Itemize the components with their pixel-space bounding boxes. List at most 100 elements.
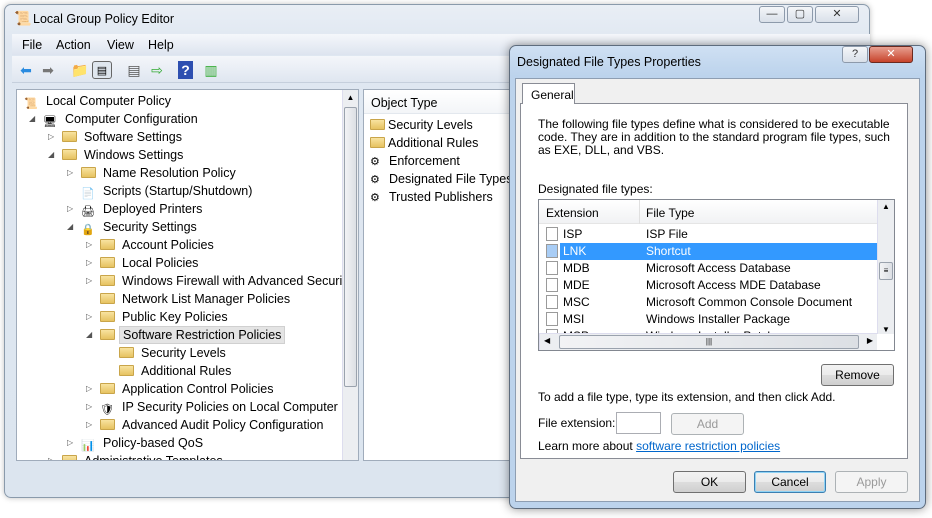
maximize-button[interactable]: ▢ (787, 6, 813, 23)
file-type-icon (546, 261, 558, 275)
column-extension[interactable]: Extension (546, 206, 599, 220)
file-type-row[interactable]: MSC Microsoft Common Console Document (539, 294, 877, 311)
menu-help[interactable]: Help (148, 38, 174, 52)
file-type-name: Shortcut (646, 244, 691, 258)
tree-item-label: Local Policies (122, 256, 199, 270)
file-type-row[interactable]: MDE Microsoft Access MDE Database (539, 277, 877, 294)
collapse-arrow-icon[interactable]: ◢ (67, 218, 73, 236)
tree-item[interactable]: ▷ Local Policies (17, 254, 343, 272)
dialog-close-button[interactable]: ✕ (869, 46, 913, 63)
file-type-row[interactable]: MSI Windows Installer Package (539, 311, 877, 328)
show-hide-tree-icon[interactable]: ▤ (92, 61, 112, 79)
tree-item[interactable]: ▷ Account Policies (17, 236, 343, 254)
export-list-icon[interactable]: ⇨ (147, 61, 167, 79)
listview-hscroll[interactable]: ◀ ||| ▶ (539, 333, 877, 350)
tree-item[interactable]: ▷ Administrative Templates (17, 452, 343, 460)
close-button[interactable]: ✕ (815, 6, 859, 23)
tree-item[interactable]: ▷ Advanced Audit Policy Configuration (17, 416, 343, 434)
list-item-label: Designated File Types (389, 172, 513, 186)
expand-arrow-icon[interactable]: ▷ (86, 380, 92, 398)
tree-item[interactable]: Network List Manager Policies (17, 290, 343, 308)
tree-item[interactable]: ▷ 📊 Policy-based QoS (17, 434, 343, 452)
tree-item-label: Security Settings (103, 220, 197, 234)
tree-item[interactable]: ▷ Software Settings (17, 128, 343, 146)
tree-scrollbar[interactable]: ▲ (342, 90, 358, 460)
file-extension-label: File extension: (538, 416, 616, 430)
tree-item[interactable]: ▷ 🛡 IP Security Policies on Local Computer (17, 398, 343, 416)
apply-button[interactable]: Apply (835, 471, 908, 493)
expand-arrow-icon[interactable]: ▷ (67, 200, 73, 218)
list-item[interactable]: ⚙ Designated File Types (364, 170, 522, 188)
file-type-row[interactable]: MDB Microsoft Access Database (539, 260, 877, 277)
minimize-button[interactable]: — (759, 6, 785, 23)
collapse-arrow-icon[interactable]: ◢ (48, 146, 54, 164)
file-extension: MSC (563, 295, 590, 309)
tree-item[interactable]: ▷ Name Resolution Policy (17, 164, 343, 182)
tree-item-label: IP Security Policies on Local Computer (122, 400, 338, 414)
tree-item[interactable]: ▷ Windows Firewall with Advanced Security (17, 272, 352, 290)
add-button[interactable]: Add (671, 413, 744, 435)
tree-item[interactable]: Security Levels (17, 344, 343, 362)
properties-icon[interactable]: ▤ (124, 61, 144, 79)
file-type-icon (546, 244, 558, 258)
software-restriction-policies-link[interactable]: software restriction policies (636, 439, 780, 453)
file-extension-input[interactable] (616, 412, 661, 434)
menu-action[interactable]: Action (56, 38, 91, 52)
folder-icon (100, 275, 115, 286)
tab-general[interactable]: General (522, 83, 575, 104)
expand-arrow-icon[interactable]: ▷ (86, 308, 92, 326)
expand-arrow-icon[interactable]: ▷ (86, 398, 92, 416)
listview-vscroll[interactable]: ▲ ≡ ▼ (877, 200, 894, 334)
file-type-icon (546, 227, 558, 241)
expand-arrow-icon[interactable]: ▷ (67, 434, 73, 452)
folder-icon (370, 119, 385, 130)
tree-item[interactable]: ◢ Software Restriction Policies (17, 326, 343, 344)
list-item[interactable]: ⚙ Trusted Publishers (364, 188, 522, 206)
tree-item-label: Network List Manager Policies (122, 292, 291, 306)
help-icon[interactable]: ? (178, 61, 193, 79)
list-item-label: Trusted Publishers (389, 190, 493, 204)
tree-scroll-thumb[interactable] (344, 107, 357, 387)
expand-arrow-icon[interactable]: ▷ (48, 128, 54, 146)
tree-item[interactable]: ◢ 🔒 Security Settings (17, 218, 343, 236)
tree-item[interactable]: ▷ Application Control Policies (17, 380, 343, 398)
ok-button[interactable]: OK (673, 471, 746, 493)
expand-arrow-icon[interactable]: ▷ (48, 452, 54, 460)
show-action-pane-icon[interactable]: ▥ (201, 61, 221, 79)
list-item[interactable]: ⚙ Enforcement (364, 152, 522, 170)
expand-arrow-icon[interactable]: ▷ (86, 272, 92, 290)
forward-icon[interactable]: ➡ (38, 61, 58, 79)
tree-item[interactable]: ◢ 🖥 Computer Configuration (17, 110, 343, 128)
tree-item[interactable]: Additional Rules (17, 362, 343, 380)
column-header-object-type[interactable]: Object Type (364, 90, 522, 114)
collapse-arrow-icon[interactable]: ◢ (86, 326, 92, 344)
back-icon[interactable]: ⬅ (16, 61, 36, 79)
folder-icon (100, 329, 115, 340)
tree-item[interactable]: 📜 Local Computer Policy (17, 92, 343, 110)
expand-arrow-icon[interactable]: ▷ (86, 236, 92, 254)
tree-item[interactable]: ▷ Public Key Policies (17, 308, 343, 326)
collapse-arrow-icon[interactable]: ◢ (29, 110, 35, 128)
column-file-type[interactable]: File Type (646, 206, 694, 220)
tree-item[interactable]: ▷ 🖨 Deployed Printers (17, 200, 343, 218)
policy-setting-icon: ⚙ (370, 174, 380, 186)
menu-file[interactable]: File (22, 38, 42, 52)
list-item[interactable]: Security Levels (364, 116, 522, 134)
tree-item-label: Additional Rules (141, 364, 232, 378)
dialog-help-button[interactable]: ? (842, 46, 868, 63)
file-type-row[interactable]: ISP ISP File (539, 226, 877, 243)
tree-item[interactable]: 📄 Scripts (Startup/Shutdown) (17, 182, 343, 200)
cancel-button[interactable]: Cancel (754, 471, 826, 493)
file-type-row[interactable]: LNK Shortcut (539, 243, 877, 260)
remove-button[interactable]: Remove (821, 364, 894, 386)
expand-arrow-icon[interactable]: ▷ (86, 416, 92, 434)
expand-arrow-icon[interactable]: ▷ (86, 254, 92, 272)
tree-item[interactable]: ◢ Windows Settings (17, 146, 343, 164)
list-item[interactable]: Additional Rules (364, 134, 522, 152)
add-hint-text: To add a file type, type its extension, … (538, 390, 836, 404)
file-extension: MDB (563, 261, 590, 275)
file-types-listview[interactable]: Extension File Type ISP ISP File LNK Shortc… (538, 199, 895, 351)
expand-arrow-icon[interactable]: ▷ (67, 164, 73, 182)
up-folder-icon[interactable]: 📁 (70, 61, 90, 79)
menu-view[interactable]: View (107, 38, 134, 52)
